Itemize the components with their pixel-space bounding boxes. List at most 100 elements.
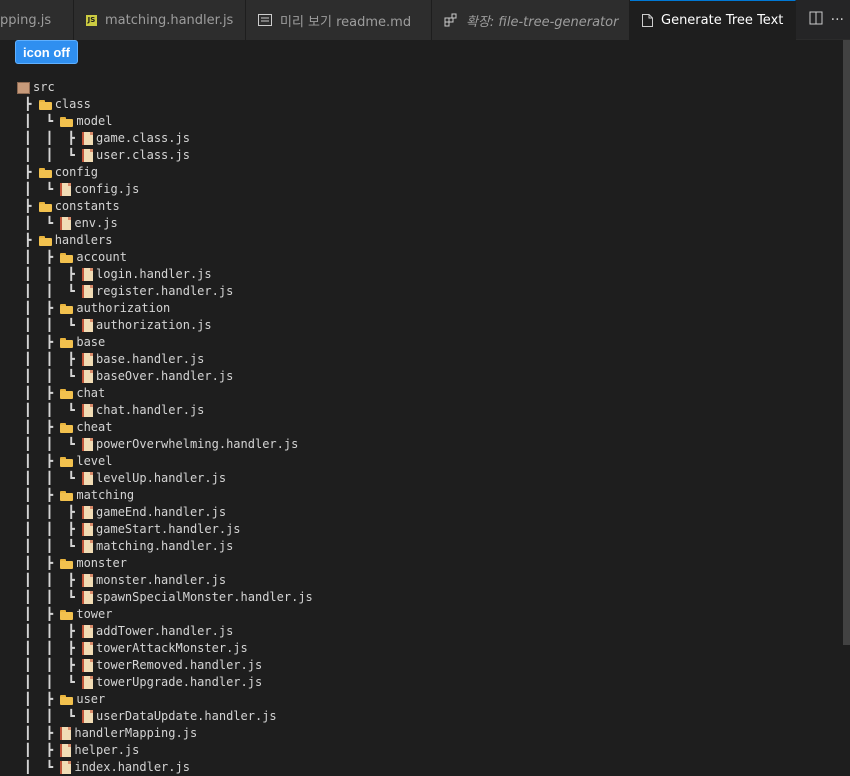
tree-file-row: ┃ ┃ ┗ spawnSpecialMonster.handler.js <box>17 589 313 606</box>
file-icon <box>82 523 94 536</box>
folder-icon <box>38 99 52 110</box>
tree-connector: ┣ <box>17 233 39 247</box>
tree-file-row: ┃ ┃ ┣ base.handler.js <box>17 351 313 368</box>
tab-matching-handler[interactable]: JS matching.handler.js <box>74 0 246 40</box>
tree-folder-row: ┃ ┣ matching <box>17 487 313 504</box>
tab-label: 확장: file-tree-generator <box>466 14 619 30</box>
tree-folder-row: ┃ ┣ authorization <box>17 300 313 317</box>
file-icon <box>82 676 94 689</box>
tree-folder-row: ┣ constants <box>17 198 313 215</box>
tree-connector: ┃ ┃ ┗ <box>17 471 83 485</box>
tree-item-name: level <box>76 454 113 468</box>
tree-connector: ┃ ┗ <box>17 216 61 230</box>
close-icon[interactable]: ✕ <box>793 12 795 30</box>
tree-file-row: ┃ ┃ ┗ userDataUpdate.handler.js <box>17 708 313 725</box>
scrollbar[interactable] <box>843 40 850 645</box>
tree-item-name: cheat <box>76 420 113 434</box>
tab-handler-mapping[interactable]: pping.js <box>0 0 74 40</box>
tree-item-name: env.js <box>74 216 118 230</box>
tree-connector: ┣ <box>17 165 39 179</box>
js-icon: JS <box>86 14 97 26</box>
tree-item-name: towerUpgrade.handler.js <box>96 675 263 689</box>
tree-connector: ┃ ┃ ┣ <box>17 624 83 638</box>
tree-connector: ┃ ┃ ┗ <box>17 369 83 383</box>
tree-item-name: addTower.handler.js <box>96 624 234 638</box>
tree-file-row: ┃ ┃ ┗ baseOver.handler.js <box>17 368 313 385</box>
editor-tab-bar: pping.js JS matching.handler.js 미리 보기 re… <box>0 0 850 40</box>
tree-item-name: levelUp.handler.js <box>96 471 227 485</box>
tab-extension-file-tree-generator[interactable]: 확장: file-tree-generator <box>432 0 630 40</box>
package-icon <box>17 81 30 94</box>
tree-item-name: class <box>54 97 91 111</box>
tree-file-row: ┃ ┃ ┗ matching.handler.js <box>17 538 313 555</box>
tree-item-name: src <box>33 80 55 94</box>
more-actions-icon[interactable]: ··· <box>831 12 844 28</box>
tree-item-name: matching <box>76 488 135 502</box>
tree-connector: ┃ ┣ <box>17 743 61 757</box>
tree-connector: ┃ ┃ ┣ <box>17 641 83 655</box>
tree-item-name: helper.js <box>74 743 140 757</box>
tree-item-name: config.js <box>74 182 140 196</box>
tab-label: matching.handler.js <box>105 12 234 28</box>
tree-item-name: chat <box>76 386 106 400</box>
tree-file-row: ┃ ┣ handlerMapping.js <box>17 725 313 742</box>
file-icon <box>60 761 72 774</box>
tree-file-row: ┃ ┗ env.js <box>17 215 313 232</box>
tab-readme-preview[interactable]: 미리 보기 readme.md <box>246 0 432 40</box>
folder-icon <box>38 235 52 246</box>
tree-item-name: towerRemoved.handler.js <box>96 658 263 672</box>
tree-connector: ┃ ┃ ┗ <box>17 403 83 417</box>
tree-connector: ┃ ┃ ┗ <box>17 284 83 298</box>
file-icon <box>82 132 94 145</box>
folder-icon <box>60 456 74 467</box>
file-icon <box>60 217 72 230</box>
file-icon <box>82 285 94 298</box>
file-icon <box>82 574 94 587</box>
tree-folder-row: ┃ ┣ cheat <box>17 419 313 436</box>
tree-connector: ┃ ┗ <box>17 182 61 196</box>
tree-item-name: constants <box>54 199 120 213</box>
tab-label: Generate Tree Text <box>661 13 784 28</box>
tree-item-name: config <box>54 165 99 179</box>
folder-icon <box>60 388 74 399</box>
tree-root-row: src <box>17 79 313 96</box>
folder-icon <box>60 303 74 314</box>
tree-folder-row: ┃ ┗ model <box>17 113 313 130</box>
tree-folder-row: ┃ ┣ chat <box>17 385 313 402</box>
tree-item-name: spawnSpecialMonster.handler.js <box>96 590 313 604</box>
preview-icon <box>258 14 272 26</box>
file-icon <box>60 744 72 757</box>
tab-generate-tree-text[interactable]: Generate Tree Text ✕ <box>630 0 796 40</box>
tree-connector: ┃ ┃ ┣ <box>17 352 83 366</box>
tree-connector: ┃ ┣ <box>17 301 61 315</box>
file-icon <box>82 591 94 604</box>
tree-folder-row: ┃ ┣ monster <box>17 555 313 572</box>
tree-file-row: ┃ ┃ ┗ chat.handler.js <box>17 402 313 419</box>
tree-file-row: ┃ ┃ ┗ towerUpgrade.handler.js <box>17 674 313 691</box>
tree-item-name: index.handler.js <box>74 760 190 774</box>
split-editor-icon[interactable] <box>809 11 823 29</box>
tree-connector: ┃ ┃ ┣ <box>17 522 83 536</box>
file-icon <box>82 642 94 655</box>
tree-file-row: ┃ ┃ ┣ game.class.js <box>17 130 313 147</box>
tree-file-row: ┃ ┃ ┣ gameStart.handler.js <box>17 521 313 538</box>
tree-item-name: matching.handler.js <box>96 539 234 553</box>
tree-connector: ┃ ┃ ┗ <box>17 539 83 553</box>
tree-connector: ┃ ┣ <box>17 692 61 706</box>
tree-file-row: ┃ ┃ ┣ towerAttackMonster.js <box>17 640 313 657</box>
tree-folder-row: ┃ ┣ account <box>17 249 313 266</box>
tree-file-row: ┃ ┃ ┗ levelUp.handler.js <box>17 470 313 487</box>
icon-off-button[interactable]: icon off <box>15 40 78 64</box>
folder-icon <box>60 422 74 433</box>
tree-connector: ┃ ┣ <box>17 250 61 264</box>
tree-connector: ┣ <box>17 97 39 111</box>
folder-icon <box>60 116 74 127</box>
tree-connector: ┃ ┃ ┗ <box>17 590 83 604</box>
file-icon <box>82 370 94 383</box>
tree-file-row: ┃ ┃ ┣ gameEnd.handler.js <box>17 504 313 521</box>
tree-folder-row: ┃ ┣ tower <box>17 606 313 623</box>
folder-icon <box>60 490 74 501</box>
tab-label: pping.js <box>0 12 52 28</box>
folder-icon <box>38 167 52 178</box>
tree-file-row: ┃ ┃ ┗ user.class.js <box>17 147 313 164</box>
